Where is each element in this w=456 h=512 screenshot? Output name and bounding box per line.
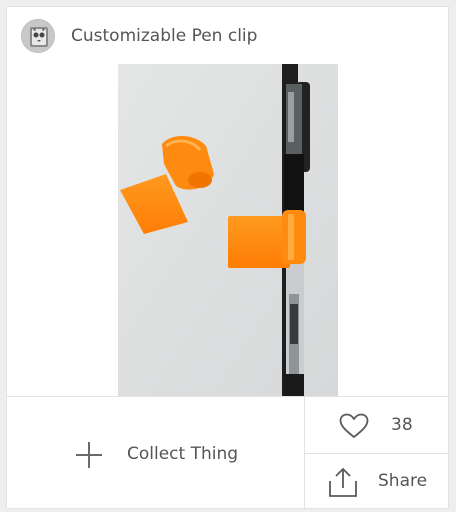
card-header: Customizable Pen clip: [7, 7, 448, 64]
creator-avatar[interactable]: [21, 19, 55, 53]
thing-card: Customizable Pen clip Collect Thing 38 S…: [6, 6, 450, 510]
heart-icon: [339, 413, 369, 438]
like-button[interactable]: 38: [305, 397, 450, 453]
attached-clip-shape: [228, 210, 306, 268]
share-button[interactable]: Share: [305, 454, 450, 510]
share-label: Share: [378, 471, 428, 491]
pen-clip-photo: [118, 64, 338, 396]
like-count: 38: [391, 415, 413, 435]
card-footer: Collect Thing 38 Share: [7, 396, 450, 510]
share-icon: [329, 467, 357, 497]
collect-thing-button[interactable]: Collect Thing: [7, 397, 304, 510]
owl-avatar-icon: [22, 20, 54, 52]
thing-title[interactable]: Customizable Pen clip: [71, 26, 257, 46]
collect-thing-label: Collect Thing: [127, 444, 239, 464]
plus-icon: [76, 442, 102, 468]
thing-photo[interactable]: [118, 64, 338, 396]
thing-image-area: [7, 64, 448, 396]
